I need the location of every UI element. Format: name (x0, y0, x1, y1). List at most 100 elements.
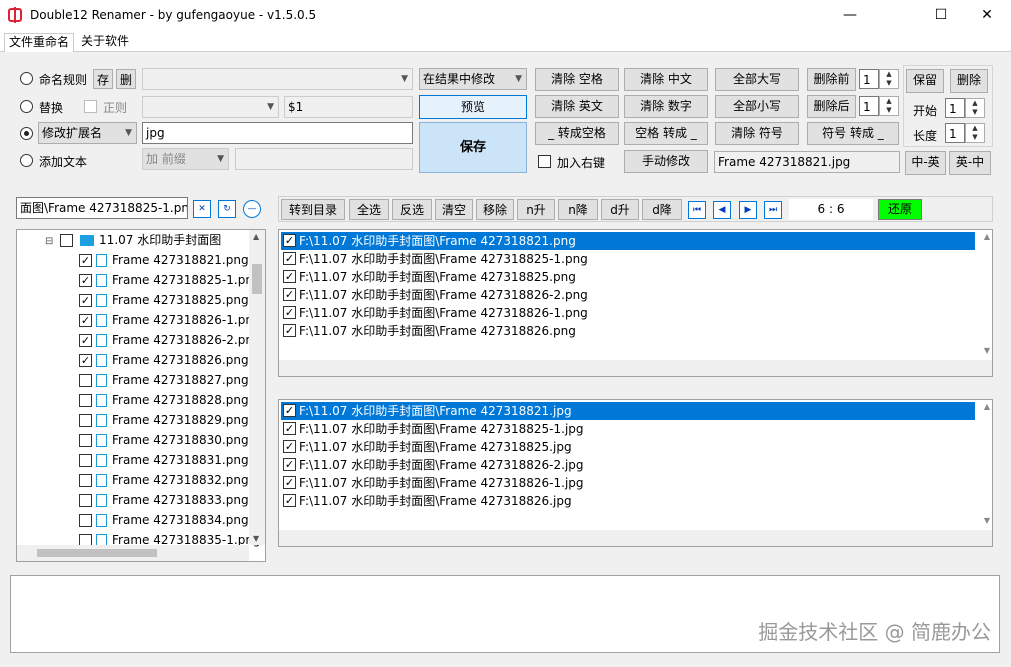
replace-radio[interactable] (20, 100, 33, 113)
tree-file-row[interactable]: Frame 427318832.png (79, 470, 249, 490)
list-item-checkbox[interactable]: ✓ (283, 288, 296, 301)
file-checkbox[interactable]: ✓ (79, 354, 92, 367)
restore-button[interactable]: 还原 (878, 199, 922, 220)
clear-chinese-button[interactable]: 清除 中文 (624, 68, 708, 91)
chevron-up-icon[interactable]: ▲ (253, 232, 259, 241)
list-item-checkbox[interactable]: ✓ (283, 476, 296, 489)
goto-dir-button[interactable]: 转到目录 (281, 199, 345, 220)
save-rule-button[interactable]: 存 (93, 69, 113, 89)
list-item[interactable]: ✓ F:\11.07 水印助手封面图\Frame 427318826-1.png (281, 304, 975, 322)
original-list[interactable]: ✓ F:\11.07 水印助手封面图\Frame 427318821.png ✓ F:… (278, 229, 993, 377)
mode-select[interactable]: 修改扩展名 ▼ (38, 122, 137, 144)
close-path-icon[interactable]: ✕ (193, 200, 211, 218)
rule-select[interactable]: ▼ (142, 68, 413, 90)
list-item[interactable]: ✓ F:\11.07 水印助手封面图\Frame 427318826.png (281, 322, 975, 340)
length-spinner[interactable]: ▲ ▼ (965, 123, 985, 143)
chevron-down-icon[interactable]: ▼ (984, 516, 990, 525)
file-checkbox[interactable] (79, 414, 92, 427)
delete-front-count[interactable]: 1 (859, 69, 879, 89)
list-item[interactable]: ✓ F:\11.07 水印助手封面图\Frame 427318821.png (281, 232, 975, 250)
file-checkbox[interactable] (79, 494, 92, 507)
file-tree[interactable]: ⊟ 11.07 水印助手封面图 ✓ Frame 427318821.png ✓ Fra… (16, 229, 266, 562)
file-checkbox[interactable] (79, 454, 92, 467)
filename-field[interactable]: Frame 427318821.jpg (714, 151, 900, 173)
list-item[interactable]: ✓ F:\11.07 水印助手封面图\Frame 427318825.jpg (281, 438, 975, 456)
tree-file-row[interactable]: Frame 427318830.png (79, 430, 249, 450)
tab-rename[interactable]: 文件重命名 (4, 33, 75, 52)
list-item[interactable]: ✓ F:\11.07 水印助手封面图\Frame 427318826.jpg (281, 492, 975, 510)
tree-file-row[interactable]: Frame 427318828.png (79, 390, 249, 410)
minimize-button[interactable]: — (827, 0, 873, 32)
list-item[interactable]: ✓ F:\11.07 水印助手封面图\Frame 427318826-1.jpg (281, 474, 975, 492)
list-item[interactable]: ✓ F:\11.07 水印助手封面图\Frame 427318826-2.jpg (281, 456, 975, 474)
delete-rule-button[interactable]: 删 (116, 69, 136, 89)
all-upper-button[interactable]: 全部大写 (715, 68, 799, 91)
list-item-checkbox[interactable]: ✓ (283, 422, 296, 435)
tab-about[interactable]: 关于软件 (77, 33, 133, 52)
tree-hscroll-thumb[interactable] (37, 549, 157, 557)
last-page-icon[interactable]: ⏭ (764, 201, 782, 219)
chevron-up-icon[interactable]: ▲ (984, 402, 990, 411)
file-checkbox[interactable] (79, 374, 92, 387)
d-asc-button[interactable]: d升 (601, 199, 639, 220)
list-item-checkbox[interactable]: ✓ (283, 440, 296, 453)
regex-checkbox[interactable] (84, 100, 97, 113)
preview-button[interactable]: 预览 (419, 95, 527, 119)
keep-button[interactable]: 保留 (906, 69, 944, 93)
tree-file-row[interactable]: ✓ Frame 427318821.png (79, 250, 249, 270)
tree-scroll-thumb[interactable] (252, 264, 262, 294)
tree-file-row[interactable]: ✓ Frame 427318825.png (79, 290, 249, 310)
list-item[interactable]: ✓ F:\11.07 水印助手封面图\Frame 427318825-1.png (281, 250, 975, 268)
replace-from-select[interactable]: ▼ (142, 96, 279, 118)
list-item[interactable]: ✓ F:\11.07 水印助手封面图\Frame 427318821.jpg (281, 402, 975, 420)
file-checkbox[interactable] (79, 514, 92, 527)
tree-file-row[interactable]: Frame 427318831.png (79, 450, 249, 470)
tree-scrollbar-v[interactable]: ▲ ▼ (249, 230, 265, 545)
cn-en-button[interactable]: 中-英 (905, 151, 946, 175)
list-item-checkbox[interactable]: ✓ (283, 234, 296, 247)
extension-radio[interactable] (20, 127, 33, 140)
clear-symbols-button[interactable]: 清除 符号 (715, 122, 799, 145)
add-text-radio[interactable] (20, 154, 33, 167)
delete-front-button[interactable]: 删除前 (807, 68, 856, 91)
delete-back-button[interactable]: 删除后 (807, 95, 856, 118)
file-checkbox[interactable]: ✓ (79, 334, 92, 347)
list-item-checkbox[interactable]: ✓ (283, 458, 296, 471)
manual-edit-button[interactable]: 手动修改 (624, 150, 708, 173)
file-checkbox[interactable]: ✓ (79, 274, 92, 287)
clear-space-button[interactable]: 清除 空格 (535, 68, 619, 91)
context-menu-checkbox[interactable] (538, 155, 551, 168)
back-count-spinner[interactable]: ▲ ▼ (879, 96, 899, 116)
en-cn-button[interactable]: 英-中 (949, 151, 991, 175)
add-text-field[interactable] (235, 148, 413, 170)
space-convert-button[interactable]: 空格 转成 _ (624, 122, 708, 145)
original-hscrollbar[interactable] (279, 360, 992, 376)
minus-circle-icon[interactable]: — (243, 200, 261, 218)
rule-radio[interactable] (20, 72, 33, 85)
tree-file-row[interactable]: ✓ Frame 427318826-1.png (79, 310, 261, 330)
n-desc-button[interactable]: n降 (558, 199, 598, 220)
chevron-up-icon[interactable]: ▲ (984, 232, 990, 241)
tree-file-row[interactable]: ✓ Frame 427318826.png (79, 350, 249, 370)
start-spinner[interactable]: ▲ ▼ (965, 98, 985, 118)
clear-digits-button[interactable]: 清除 数字 (624, 95, 708, 118)
d-desc-button[interactable]: d降 (642, 199, 682, 220)
close-button[interactable]: ✕ (964, 0, 1010, 32)
n-asc-button[interactable]: n升 (517, 199, 555, 220)
delete-back-count[interactable]: 1 (859, 96, 879, 116)
chevron-down-icon[interactable]: ▼ (253, 534, 259, 543)
result-hscrollbar[interactable] (279, 530, 992, 546)
clear-english-button[interactable]: 清除 英文 (535, 95, 619, 118)
file-checkbox[interactable]: ✓ (79, 314, 92, 327)
tree-file-row[interactable]: Frame 427318834.png (79, 510, 249, 530)
list-item-checkbox[interactable]: ✓ (283, 252, 296, 265)
list-item-checkbox[interactable]: ✓ (283, 324, 296, 337)
list-item-checkbox[interactable]: ✓ (283, 404, 296, 417)
file-checkbox[interactable]: ✓ (79, 294, 92, 307)
symbol-convert-button[interactable]: 符号 转成 _ (807, 122, 899, 145)
to-space-button[interactable]: _ 转成空格 (535, 122, 619, 145)
file-checkbox[interactable] (79, 434, 92, 447)
result-mode-select[interactable]: 在结果中修改 ▼ (419, 68, 527, 90)
list-item-checkbox[interactable]: ✓ (283, 270, 296, 283)
invert-button[interactable]: 反选 (392, 199, 432, 220)
